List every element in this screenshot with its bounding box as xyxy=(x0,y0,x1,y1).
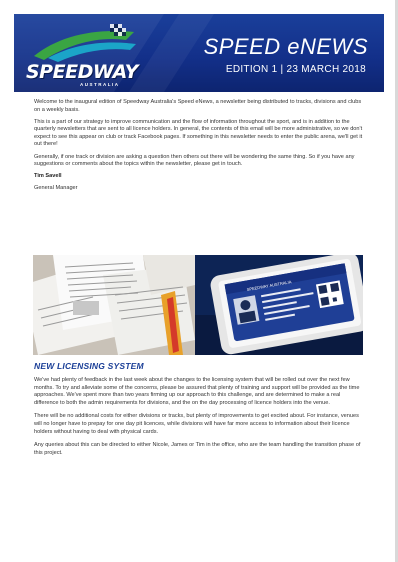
article-title: NEW LICENSING SYSTEM xyxy=(34,361,144,371)
intro-paragraph: Generally, if one track or division are … xyxy=(34,153,355,168)
edition-line: EDITION 1 | 23 MARCH 2018 xyxy=(225,64,366,75)
header-banner: SPEEDWAY AUSTRALIA SPEED eNEWS EDITION 1… xyxy=(14,14,384,92)
article-body: We've had plenty of feedback in the last… xyxy=(34,377,366,463)
logo-subtext: AUSTRALIA xyxy=(80,82,120,87)
licence-app-phone-photo: SPEEDWAY AUSTRALIA xyxy=(195,255,363,355)
licensing-documents-photo xyxy=(33,255,195,355)
intro-section: Welcome to the inaugural edition of Spee… xyxy=(34,99,364,197)
signature-name: Tim Savell xyxy=(34,173,62,180)
newsletter-title: SPEED eNEWS xyxy=(203,34,368,59)
intro-paragraph: This is a part of our strategy to improv… xyxy=(34,118,363,148)
intro-paragraph: Welcome to the inaugural edition of Spee… xyxy=(34,99,362,113)
article-paragraph: We've had plenty of feedback in the last… xyxy=(34,377,360,406)
article-paragraph: There will be no additional costs for ei… xyxy=(34,413,359,435)
article-paragraph: Any queries about this can be directed t… xyxy=(34,442,361,456)
signature-role: General Manager xyxy=(34,185,78,192)
newsletter-page: SPEEDWAY AUSTRALIA SPEED eNEWS EDITION 1… xyxy=(0,0,398,562)
speedway-logo: SPEEDWAY xyxy=(26,61,138,83)
